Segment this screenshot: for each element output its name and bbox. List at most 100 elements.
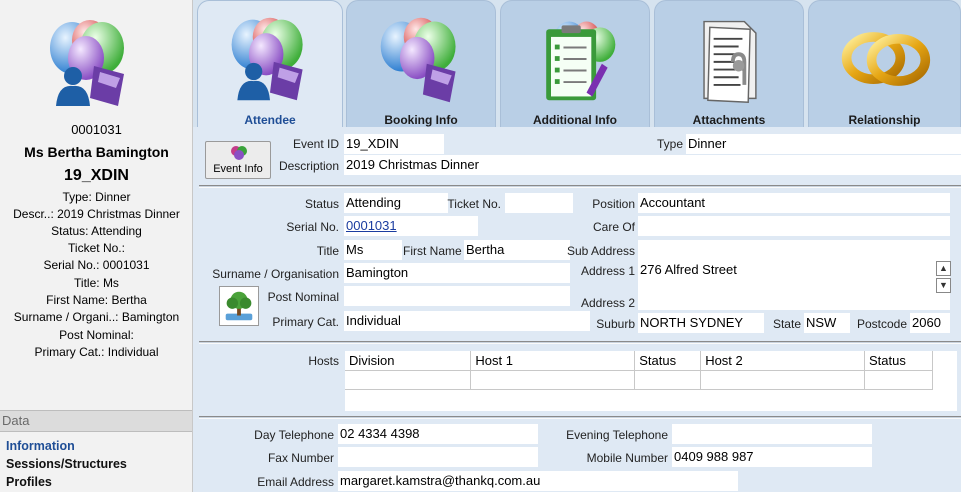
first-name-label: First Name: [403, 244, 462, 258]
type-field[interactable]: Dinner: [686, 134, 961, 154]
summary-title: Title: Ms: [74, 276, 119, 290]
serial-no-label: Serial No.: [286, 220, 339, 234]
sub-address-field[interactable]: [638, 240, 950, 260]
position-field[interactable]: Accountant: [638, 193, 950, 213]
mobile-number-field[interactable]: 0409 988 987: [672, 447, 872, 467]
post-nominal-label: Post Nominal: [267, 290, 339, 304]
section-divider: [199, 416, 961, 419]
tab-additional-info-label: Additional Info: [533, 113, 617, 127]
state-field[interactable]: NSW: [804, 313, 850, 333]
event-info-icon: [231, 146, 247, 160]
hosts-table: Division Host 1 Status Host 2 Status: [345, 351, 933, 390]
description-field[interactable]: 2019 Christmas Dinner: [344, 155, 961, 175]
table-cell[interactable]: [700, 370, 866, 390]
serial-no-link[interactable]: 0001031: [344, 216, 478, 236]
hosts-column-host2[interactable]: Host 2: [700, 351, 866, 371]
section-divider: [199, 341, 961, 344]
paperclip-documents-icon: [703, 20, 757, 103]
address-scroll-down-button[interactable]: ▼: [936, 278, 951, 293]
post-nominal-field[interactable]: [344, 286, 570, 306]
hosts-grid[interactable]: Division Host 1 Status Host 2 Status: [345, 351, 957, 411]
postcode-label: Postcode: [856, 317, 907, 331]
tab-attendee[interactable]: Attendee: [197, 0, 343, 127]
summary-serial-no: Serial No.: 0001031: [43, 258, 150, 272]
title-field[interactable]: Ms: [344, 240, 402, 260]
table-cell[interactable]: [470, 370, 636, 390]
summary-type: Type: Dinner: [62, 190, 131, 204]
hosts-column-division[interactable]: Division: [345, 351, 472, 371]
nav-item-profiles[interactable]: Profiles: [6, 474, 52, 491]
suburb-label: Suburb: [596, 317, 635, 331]
tab-booking-info-label: Booking Info: [384, 113, 458, 127]
address1-label: Address 1: [580, 264, 635, 278]
evening-telephone-label: Evening Telephone: [566, 428, 668, 442]
event-info-button[interactable]: Event Info: [205, 141, 271, 179]
tab-relationship-label: Relationship: [848, 113, 921, 127]
tab-attachments-label: Attachments: [692, 113, 766, 127]
wedding-rings-icon: [841, 32, 930, 86]
evening-telephone-field[interactable]: [672, 424, 872, 444]
tab-attachments[interactable]: Attachments: [654, 0, 804, 127]
primary-cat-field[interactable]: Individual: [344, 311, 590, 331]
tab-booking-info[interactable]: Booking Info: [346, 0, 496, 127]
balloons-icon: [380, 17, 456, 103]
email-address-field[interactable]: margaret.kamstra@thankq.com.au: [338, 471, 738, 491]
attendee-balloons-icon: [231, 17, 303, 101]
primary-cat-label: Primary Cat.: [272, 315, 339, 329]
fax-number-label: Fax Number: [267, 451, 334, 465]
summary-status: Status: Attending: [51, 224, 142, 238]
summary-post-nominal: Post Nominal:: [59, 328, 134, 342]
state-label: State: [772, 317, 801, 331]
event-id-field[interactable]: 19_XDIN: [344, 134, 444, 154]
fax-number-field[interactable]: [338, 447, 538, 467]
data-section-header: Data: [0, 410, 192, 432]
care-of-field[interactable]: [638, 216, 950, 236]
title-label: Title: [316, 244, 339, 258]
tab-strip: Attendee Booking Info Additional Info At…: [193, 0, 961, 127]
summary-name: Ms Bertha Bamington: [24, 144, 169, 160]
tab-attendee-label: Attendee: [244, 113, 296, 127]
email-address-label: Email Address: [257, 475, 334, 489]
status-field[interactable]: Attending: [344, 193, 448, 213]
address-line-1: 276 Alfred Street: [640, 262, 737, 277]
section-divider: [199, 185, 961, 188]
address-scroll-up-button[interactable]: ▲: [936, 261, 951, 276]
status-label: Status: [304, 197, 339, 211]
table-cell[interactable]: [864, 370, 933, 390]
hosts-label: Hosts: [308, 354, 339, 368]
description-label: Description: [278, 159, 339, 173]
sub-address-label: Sub Address: [566, 244, 635, 258]
tab-additional-info[interactable]: Additional Info: [500, 0, 650, 127]
table-cell[interactable]: [345, 370, 472, 390]
summary-surname: Surname / Organi..: Bamington: [13, 310, 180, 324]
attendee-form: Event Info Event ID 19_XDIN Type Dinner …: [193, 127, 961, 492]
summary-first-name: First Name: Bertha: [46, 293, 147, 307]
care-of-label: Care Of: [592, 220, 635, 234]
attendee-balloons-icon: [50, 20, 124, 106]
table-cell[interactable]: [634, 370, 702, 390]
summary-ticket: Ticket No.:: [68, 241, 125, 255]
summary-event-code: 19_XDIN: [64, 167, 129, 184]
position-label: Position: [592, 197, 635, 211]
mobile-number-label: Mobile Number: [586, 451, 668, 465]
hosts-column-status[interactable]: Status: [634, 351, 702, 371]
tab-relationship[interactable]: Relationship: [808, 0, 961, 127]
day-telephone-field[interactable]: 02 4334 4398: [338, 424, 538, 444]
suburb-field[interactable]: NORTH SYDNEY: [638, 313, 764, 333]
hosts-column-host1[interactable]: Host 1: [470, 351, 636, 371]
nav-item-sessions-structures[interactable]: Sessions/Structures: [6, 456, 127, 473]
event-id-label: Event ID: [292, 137, 339, 151]
summary-description: Descr..: 2019 Christmas Dinner: [13, 207, 180, 221]
postcode-field[interactable]: 2060: [910, 313, 950, 333]
address-field[interactable]: 276 Alfred Street: [638, 260, 950, 310]
table-row[interactable]: [345, 370, 933, 390]
attendee-summary-panel: 0001031 Ms Bertha Bamington 19_XDIN Type…: [0, 0, 193, 492]
ticket-no-label: Ticket No.: [447, 197, 501, 211]
nav-item-information[interactable]: Information: [6, 438, 75, 455]
clipboard-checklist-icon: [546, 21, 616, 101]
event-info-button-label: Event Info: [213, 163, 263, 175]
attendee-detail-area: Attendee Booking Info Additional Info At…: [193, 0, 961, 492]
summary-primary-cat: Primary Cat.: Individual: [34, 345, 159, 359]
hosts-column-status[interactable]: Status: [864, 351, 933, 371]
surname-field[interactable]: Bamington: [344, 263, 570, 283]
